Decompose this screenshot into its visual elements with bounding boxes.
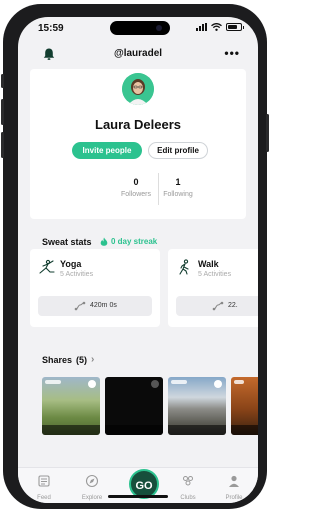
username-title: @lauradel bbox=[113, 48, 163, 59]
following-count: 1 bbox=[175, 177, 181, 187]
tab-profile[interactable]: Profile bbox=[214, 474, 254, 501]
streak-text: 0 day streak bbox=[111, 237, 158, 246]
sport-activities: 5 Activities bbox=[198, 271, 232, 278]
compass-icon bbox=[85, 474, 99, 488]
phone-side-button bbox=[266, 114, 269, 152]
tab-label: Clubs bbox=[180, 495, 196, 501]
signal-icon bbox=[196, 23, 207, 31]
tab-clubs[interactable]: Clubs bbox=[168, 474, 208, 501]
yoga-icon bbox=[39, 259, 55, 274]
sport-name: Yoga bbox=[60, 259, 82, 269]
app-screen: 15:59 @lauradel ••• Laura Deleers Invite… bbox=[18, 17, 258, 503]
share-thumbnail[interactable] bbox=[168, 377, 226, 435]
chevron-right-icon: › bbox=[91, 354, 95, 365]
share-thumbnail[interactable] bbox=[42, 377, 100, 435]
shares-header[interactable]: Shares (5) › bbox=[42, 354, 94, 365]
tab-label: Profile bbox=[225, 495, 243, 501]
route-icon bbox=[212, 301, 224, 311]
tab-label: Explore bbox=[81, 495, 103, 501]
phone-side-button bbox=[1, 74, 4, 88]
feed-icon bbox=[38, 475, 50, 487]
phone-side-button bbox=[1, 132, 4, 158]
flame-icon bbox=[100, 237, 108, 246]
route-icon bbox=[74, 301, 86, 311]
person-icon bbox=[229, 475, 239, 487]
sport-name: Walk bbox=[198, 259, 219, 269]
clubs-icon bbox=[183, 476, 193, 486]
following-label: Following bbox=[163, 191, 193, 198]
profile-header: @lauradel ••• bbox=[18, 43, 258, 65]
invite-people-button[interactable]: Invite people bbox=[72, 142, 142, 159]
streak-badge: 0 day streak bbox=[100, 237, 157, 246]
sport-metric: 22. bbox=[176, 296, 258, 316]
phone-frame: 15:59 @lauradel ••• Laura Deleers Invite… bbox=[1, 4, 269, 509]
shares-title: Shares bbox=[42, 354, 73, 365]
avatar-portrait-icon bbox=[122, 73, 154, 105]
more-options-button[interactable]: ••• bbox=[224, 46, 240, 60]
share-thumbnail[interactable] bbox=[105, 377, 163, 435]
battery-icon bbox=[226, 23, 244, 31]
tab-feed[interactable]: Feed bbox=[24, 474, 64, 501]
sport-activities: 5 Activities bbox=[60, 271, 94, 278]
tab-explore[interactable]: Explore bbox=[72, 474, 112, 501]
walk-icon bbox=[179, 259, 189, 275]
sport-metric-value: 22. bbox=[228, 302, 238, 309]
sport-card-yoga[interactable]: Yoga 5 Activities 420m 0s bbox=[30, 249, 160, 327]
wifi-icon bbox=[211, 23, 222, 31]
dynamic-island bbox=[110, 21, 170, 35]
following-stat[interactable]: 1 Following bbox=[148, 177, 208, 198]
shares-count: (5) bbox=[76, 354, 88, 365]
tab-label: Feed bbox=[37, 495, 51, 501]
home-indicator bbox=[108, 495, 168, 498]
sport-metric-value: 420m 0s bbox=[90, 302, 117, 309]
sport-metric: 420m 0s bbox=[38, 296, 152, 316]
profile-card: Laura Deleers Invite people Edit profile… bbox=[30, 69, 246, 219]
edit-profile-button[interactable]: Edit profile bbox=[148, 142, 208, 159]
sport-card-walk[interactable]: Walk 5 Activities 22. bbox=[168, 249, 258, 327]
avatar[interactable] bbox=[122, 73, 154, 105]
phone-side-button bbox=[1, 99, 4, 125]
sweat-stats-title: Sweat stats bbox=[42, 237, 92, 247]
share-thumbnail[interactable] bbox=[231, 377, 258, 435]
profile-name: Laura Deleers bbox=[95, 117, 181, 132]
status-time: 15:59 bbox=[38, 23, 64, 34]
